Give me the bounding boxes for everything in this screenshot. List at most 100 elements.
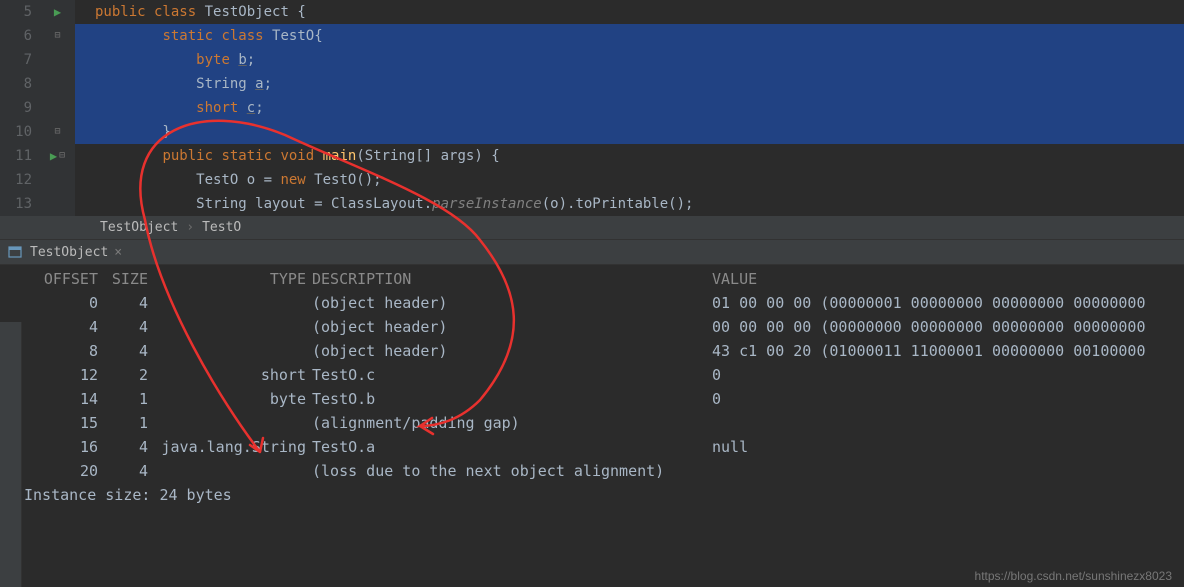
console-cell: 16: [32, 435, 102, 459]
console-cell: 4: [102, 315, 152, 339]
console-row: 122shortTestO.c0: [32, 363, 1184, 387]
console-cell: [712, 459, 1184, 483]
chevron-right-icon: ›: [186, 220, 194, 235]
breadcrumb-item[interactable]: TestO: [202, 220, 241, 235]
console-cell: 15: [32, 411, 102, 435]
gutter-icons: [40, 72, 75, 96]
run-tab-bar: TestObject ×: [0, 239, 1184, 265]
breadcrumb-item[interactable]: TestObject: [100, 220, 178, 235]
console-cell: (object header): [312, 291, 712, 315]
console-cell: [152, 315, 312, 339]
code-text[interactable]: public class TestObject {: [75, 0, 1184, 24]
code-text[interactable]: public static void main(String[] args) {: [75, 144, 1184, 168]
console-cell: java.lang.String: [152, 435, 312, 459]
console-cell: TestO.c: [312, 363, 712, 387]
console-cell: short: [152, 363, 312, 387]
code-text[interactable]: byte b;: [75, 48, 1184, 72]
code-text[interactable]: }: [75, 120, 1184, 144]
console-cell: byte: [152, 387, 312, 411]
console-row: 164java.lang.StringTestO.anull: [32, 435, 1184, 459]
console-cell: 14: [32, 387, 102, 411]
console-icon: [8, 245, 22, 259]
line-number: 10: [0, 120, 40, 144]
console-cell: 4: [32, 315, 102, 339]
fold-icon[interactable]: ⊟: [54, 24, 60, 48]
instance-size: Instance size: 24 bytes: [24, 483, 1184, 507]
console-cell: 4: [102, 339, 152, 363]
console-row: 04 (object header)01 00 00 00 (00000001 0…: [32, 291, 1184, 315]
console-cell: [712, 411, 1184, 435]
console-cell: 2: [102, 363, 152, 387]
console-cell: 4: [102, 291, 152, 315]
console-cell: 1: [102, 411, 152, 435]
line-number: 11: [0, 144, 40, 168]
console-cell: TestO.a: [312, 435, 712, 459]
console-cell: 12: [32, 363, 102, 387]
run-icon[interactable]: ▶: [54, 0, 61, 24]
console-cell: [152, 459, 312, 483]
gutter-icons: ▶: [40, 0, 75, 24]
code-line[interactable]: 8 String a;: [0, 72, 1184, 96]
code-line[interactable]: 9 short c;: [0, 96, 1184, 120]
console-cell: 43 c1 00 20 (01000011 11000001 00000000 …: [712, 339, 1184, 363]
code-line[interactable]: 13 String layout = ClassLayout.parseInst…: [0, 192, 1184, 216]
gutter-icons: ▶⊟: [40, 144, 75, 168]
console-cell: 1: [102, 387, 152, 411]
code-line[interactable]: 10 ⊟ }: [0, 120, 1184, 144]
console-cell: 4: [102, 435, 152, 459]
line-number: 8: [0, 72, 40, 96]
tab-label: TestObject: [30, 245, 108, 260]
code-text[interactable]: String a;: [75, 72, 1184, 96]
gutter-icons: ⊟: [40, 24, 75, 48]
console-cell: (loss due to the next object alignment): [312, 459, 712, 483]
console-cell: SIZE: [102, 267, 152, 291]
line-number: 6: [0, 24, 40, 48]
console-cell: 4: [102, 459, 152, 483]
console-cell: (object header): [312, 339, 712, 363]
console-cell: 0: [712, 387, 1184, 411]
console-cell: TestO.b: [312, 387, 712, 411]
run-icon[interactable]: ▶: [50, 144, 57, 168]
console-row: OFFSETSIZETYPEDESCRIPTIONVALUE: [32, 267, 1184, 291]
console-row: 151 (alignment/padding gap): [32, 411, 1184, 435]
code-line[interactable]: 12 TestO o = new TestO();: [0, 168, 1184, 192]
console-output[interactable]: OFFSETSIZETYPEDESCRIPTIONVALUE04(object …: [0, 265, 1184, 507]
code-line[interactable]: 7 byte b;: [0, 48, 1184, 72]
code-text[interactable]: String layout = ClassLayout.parseInstanc…: [75, 192, 1184, 216]
breadcrumb: TestObject › TestO: [0, 216, 1184, 239]
code-text[interactable]: short c;: [75, 96, 1184, 120]
console-cell: 8: [32, 339, 102, 363]
console-cell: DESCRIPTION: [312, 267, 712, 291]
console-row: 84 (object header)43 c1 00 20 (01000011 1…: [32, 339, 1184, 363]
code-editor[interactable]: 5 ▶ public class TestObject { 6 ⊟ static cla…: [0, 0, 1184, 216]
console-row: 44 (object header)00 00 00 00 (00000000 0…: [32, 315, 1184, 339]
code-line[interactable]: 11▶⊟ public static void main(String[] ar…: [0, 144, 1184, 168]
code-line[interactable]: 6 ⊟ static class TestO{: [0, 24, 1184, 48]
code-text[interactable]: TestO o = new TestO();: [75, 168, 1184, 192]
gutter-icons: [40, 168, 75, 192]
console-cell: [152, 411, 312, 435]
console-cell: TYPE: [152, 267, 312, 291]
line-number: 13: [0, 192, 40, 216]
console-cell: 01 00 00 00 (00000001 00000000 00000000 …: [712, 291, 1184, 315]
console-cell: 00 00 00 00 (00000000 00000000 00000000 …: [712, 315, 1184, 339]
console-cell: OFFSET: [32, 267, 102, 291]
console-cell: (object header): [312, 315, 712, 339]
gutter-icons: ⊟: [40, 120, 75, 144]
console-cell: (alignment/padding gap): [312, 411, 712, 435]
code-text[interactable]: static class TestO{: [75, 24, 1184, 48]
line-number: 5: [0, 0, 40, 24]
console-cell: 0: [32, 291, 102, 315]
console-row: 204 (loss due to the next object alignmen…: [32, 459, 1184, 483]
line-number: 7: [0, 48, 40, 72]
run-tab[interactable]: TestObject ×: [22, 245, 130, 260]
console-cell: [152, 339, 312, 363]
console-row: 141byteTestO.b0: [32, 387, 1184, 411]
close-icon[interactable]: ×: [114, 245, 122, 260]
fold-icon[interactable]: ⊟: [54, 120, 60, 144]
watermark: https://blog.csdn.net/sunshinezx8023: [975, 569, 1172, 583]
console-cell: 20: [32, 459, 102, 483]
gutter-icons: [40, 192, 75, 216]
fold-icon[interactable]: ⊟: [59, 144, 65, 168]
code-line[interactable]: 5 ▶ public class TestObject {: [0, 0, 1184, 24]
